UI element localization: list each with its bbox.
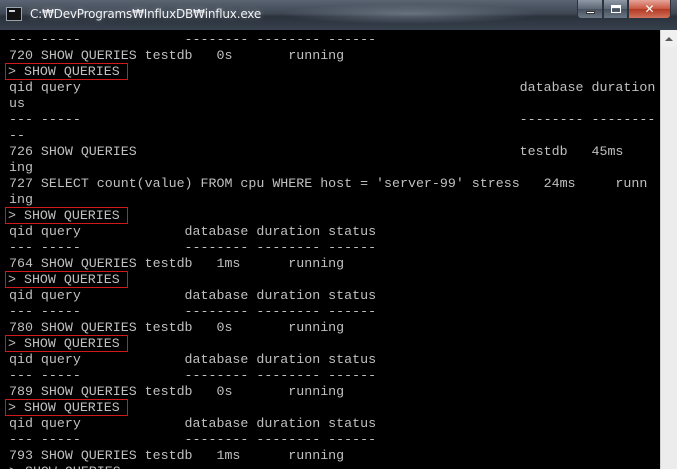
console-line-text: > SHOW QUERIES [9,464,121,469]
console-line-text: --- ----- -------- -------- ------ [9,32,377,47]
scroll-up-arrow-icon [665,36,673,41]
highlighted-command-line: > SHOW QUERIES [5,335,660,352]
console-line: 727 SELECT count(value) FROM cpu WHERE h… [9,176,660,192]
console-output[interactable]: --- ----- -------- -------- ------ 720 SH… [0,30,660,469]
console-line-text: 720 SHOW QUERIES testdb 0s running [9,48,345,63]
console-line-text: > SHOW QUERIES [5,207,128,224]
console-line: qid query database duration status [9,352,660,368]
console-line-text: qid query database duration status [9,416,377,431]
console-line: -- [9,128,660,144]
console-line-text: ing [9,192,33,207]
console-line-text: --- ----- -------- -------- ------ [9,304,377,319]
console-line-text: 780 SHOW QUERIES testdb 0s running [9,320,345,335]
console-line-text: -- [9,128,25,143]
window-controls: ✕ [577,0,671,20]
console-line: us [9,96,660,112]
highlighted-command-line: > SHOW QUERIES [5,63,660,80]
console-line: > SHOW QUERIES [9,464,660,469]
console-line: 726 SHOW QUERIES testdb 45ms runn [9,144,660,160]
highlighted-command-line: > SHOW QUERIES [5,399,660,416]
maximize-button[interactable] [603,0,628,19]
minimize-icon [585,10,595,14]
console-line: 793 SHOW QUERIES testdb 1ms running [9,448,660,464]
console-line: qid query database duration status [9,288,660,304]
console-line-text: qid query database duration status [9,288,377,303]
scroll-up-button[interactable] [661,30,677,47]
console-line-text: qid query database duration status [9,224,377,239]
console-app-icon[interactable] [6,7,22,21]
console-line-text: 793 SHOW QUERIES testdb 1ms running [9,448,345,463]
console-line-text: > SHOW QUERIES [5,335,128,352]
close-button[interactable]: ✕ [628,0,671,19]
console-line: --- ----- -------- -------- ------ [9,368,660,384]
console-line: --- ----- -------- -------- ---- [9,112,660,128]
minimize-button[interactable] [577,0,603,19]
console-line: 764 SHOW QUERIES testdb 1ms running [9,256,660,272]
console-line-text: > SHOW QUERIES [5,63,128,80]
console-line: 789 SHOW QUERIES testdb 0s running [9,384,660,400]
console-line-text: 789 SHOW QUERIES testdb 0s running [9,384,345,399]
console-line: --- ----- -------- -------- ------ [9,432,660,448]
console-line-text: 764 SHOW QUERIES testdb 1ms running [9,256,345,271]
console-line-text: 726 SHOW QUERIES testdb 45ms runn [9,144,660,159]
console-text: --- ----- -------- -------- ------ 720 SH… [5,32,660,469]
console-line: qid query database duration status [9,224,660,240]
console-window: C:₩DevPrograms₩InfluxDB₩influx.exe ✕ ---… [0,0,677,469]
vertical-scrollbar[interactable] [660,30,677,469]
console-line-text: --- ----- -------- -------- ------ [9,432,377,447]
console-line: --- ----- -------- -------- ------ [9,304,660,320]
console-line: qid query database duration status [9,416,660,432]
console-line: ing [9,160,660,176]
window-title: C:₩DevPrograms₩InfluxDB₩influx.exe [30,7,262,21]
highlighted-command-line: > SHOW QUERIES [5,271,660,288]
console-line-text: --- ----- -------- -------- ------ [9,240,377,255]
console-line-text: > SHOW QUERIES [5,271,128,288]
console-line-text: --- ----- -------- -------- ---- [9,112,660,127]
console-line: ing [9,192,660,208]
highlighted-command-line: > SHOW QUERIES [5,207,660,224]
console-line: 780 SHOW QUERIES testdb 0s running [9,320,660,336]
close-icon: ✕ [644,2,655,16]
console-line: 720 SHOW QUERIES testdb 0s running [9,48,660,64]
console-line-text: 727 SELECT count(value) FROM cpu WHERE h… [9,176,648,191]
console-line-text: > SHOW QUERIES [5,399,128,416]
console-line-text: us [9,96,25,111]
console-line: --- ----- -------- -------- ------ [9,32,660,48]
console-line-text: --- ----- -------- -------- ------ [9,368,377,383]
console-line-text: ing [9,160,33,175]
console-line: qid query database duration stat [9,80,660,96]
maximize-icon [610,5,621,13]
title-bar-glass-highlight [280,4,540,24]
console-line: --- ----- -------- -------- ------ [9,240,660,256]
title-bar[interactable]: C:₩DevPrograms₩InfluxDB₩influx.exe ✕ [0,0,677,31]
console-line-text: qid query database duration status [9,352,377,367]
console-line-text: qid query database duration stat [9,80,660,95]
